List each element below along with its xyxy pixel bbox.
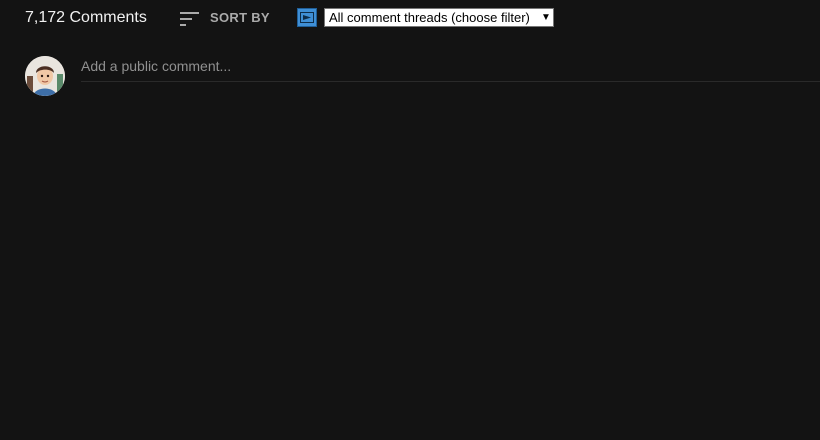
comment-filter-value: All comment threads (choose filter) bbox=[329, 10, 530, 25]
sort-icon bbox=[180, 9, 200, 26]
sort-by-button[interactable]: SORT BY bbox=[180, 7, 270, 27]
sort-by-label: SORT BY bbox=[210, 9, 270, 25]
comment-input-placeholder: Add a public comment... bbox=[81, 58, 232, 74]
extension-icon[interactable] bbox=[297, 8, 317, 27]
comment-composer: Add a public comment... bbox=[25, 56, 820, 98]
avatar-image bbox=[25, 56, 65, 96]
extension-glyph-icon bbox=[300, 12, 314, 23]
comment-count: 7,172 Comments bbox=[25, 9, 147, 26]
avatar[interactable] bbox=[25, 56, 65, 96]
comments-section: 7,172 Comments SORT BY All comment threa… bbox=[0, 0, 820, 440]
comment-filter-select[interactable]: All comment threads (choose filter) ▼ bbox=[324, 8, 554, 27]
chevron-down-icon: ▼ bbox=[541, 12, 551, 23]
comment-input[interactable]: Add a public comment... bbox=[81, 56, 820, 82]
comments-header: 7,172 Comments SORT BY All comment threa… bbox=[0, 0, 820, 36]
